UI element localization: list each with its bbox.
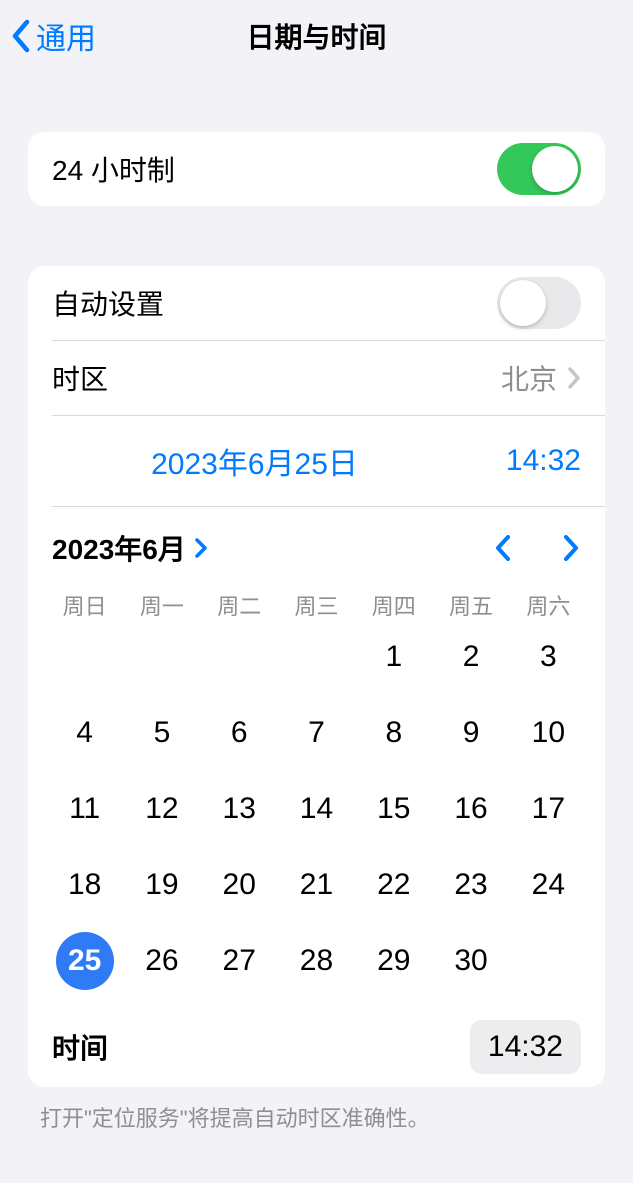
back-button[interactable]: 通用 (8, 0, 96, 72)
calendar-day[interactable]: 8 (355, 701, 432, 765)
timezone-row[interactable]: 时区 北京 (28, 341, 605, 415)
time-picker-button[interactable]: 14:32 (470, 1020, 581, 1074)
calendar-day[interactable]: 26 (123, 929, 200, 993)
page-title: 日期与时间 (246, 16, 386, 56)
weekday-header: 周二 (201, 589, 278, 621)
calendar-day[interactable]: 1 (355, 625, 432, 689)
timezone-value: 北京 (501, 358, 557, 398)
calendar-day[interactable]: 6 (201, 701, 278, 765)
calendar-empty-cell (123, 625, 200, 689)
time-row-label: 时间 (52, 1027, 108, 1067)
calendar-day[interactable]: 30 (432, 929, 509, 993)
chevron-right-icon (567, 366, 581, 390)
back-label: 通用 (36, 14, 96, 58)
weekday-header: 周日 (46, 589, 123, 621)
weekday-header: 周五 (432, 589, 509, 621)
calendar-day[interactable]: 3 (510, 625, 587, 689)
prev-month-button[interactable] (493, 533, 513, 563)
calendar-day[interactable]: 25 (46, 929, 123, 993)
calendar-day[interactable]: 18 (46, 853, 123, 917)
calendar-empty-cell (201, 625, 278, 689)
calendar-day[interactable]: 4 (46, 701, 123, 765)
calendar-empty-cell (46, 625, 123, 689)
weekday-header: 周四 (355, 589, 432, 621)
calendar-day[interactable]: 20 (201, 853, 278, 917)
calendar-day[interactable]: 15 (355, 777, 432, 841)
date-field[interactable]: 2023年6月25日 (52, 439, 457, 483)
calendar-day[interactable]: 9 (432, 701, 509, 765)
hour24-switch[interactable] (497, 143, 581, 195)
weekday-header: 周一 (123, 589, 200, 621)
month-label: 2023年6月 (52, 528, 186, 568)
calendar-day[interactable]: 14 (278, 777, 355, 841)
timezone-label: 时区 (52, 358, 108, 398)
calendar-day[interactable]: 12 (123, 777, 200, 841)
autoset-switch[interactable] (497, 277, 581, 329)
calendar-day[interactable]: 19 (123, 853, 200, 917)
calendar-day[interactable]: 11 (46, 777, 123, 841)
calendar-day[interactable]: 24 (510, 853, 587, 917)
calendar-day[interactable]: 22 (355, 853, 432, 917)
calendar-day[interactable]: 28 (278, 929, 355, 993)
calendar-day[interactable]: 17 (510, 777, 587, 841)
calendar-day[interactable]: 21 (278, 853, 355, 917)
calendar-day[interactable]: 10 (510, 701, 587, 765)
calendar-empty-cell (278, 625, 355, 689)
footer-note: 打开"定位服务"将提高自动时区准确性。 (40, 1101, 593, 1133)
autoset-label: 自动设置 (52, 283, 164, 323)
time-field[interactable]: 14:32 (481, 444, 581, 478)
calendar-day[interactable]: 29 (355, 929, 432, 993)
calendar-day[interactable]: 7 (278, 701, 355, 765)
calendar-day[interactable]: 23 (432, 853, 509, 917)
calendar-day[interactable]: 5 (123, 701, 200, 765)
weekday-header: 周六 (510, 589, 587, 621)
calendar-day[interactable]: 2 (432, 625, 509, 689)
hour24-label: 24 小时制 (52, 149, 175, 189)
month-picker-button[interactable]: 2023年6月 (52, 528, 208, 568)
chevron-right-icon (194, 537, 208, 559)
calendar-day[interactable]: 27 (201, 929, 278, 993)
calendar-day[interactable]: 13 (201, 777, 278, 841)
calendar-day[interactable]: 16 (432, 777, 509, 841)
weekday-header: 周三 (278, 589, 355, 621)
next-month-button[interactable] (561, 533, 581, 563)
chevron-left-icon (8, 16, 32, 56)
